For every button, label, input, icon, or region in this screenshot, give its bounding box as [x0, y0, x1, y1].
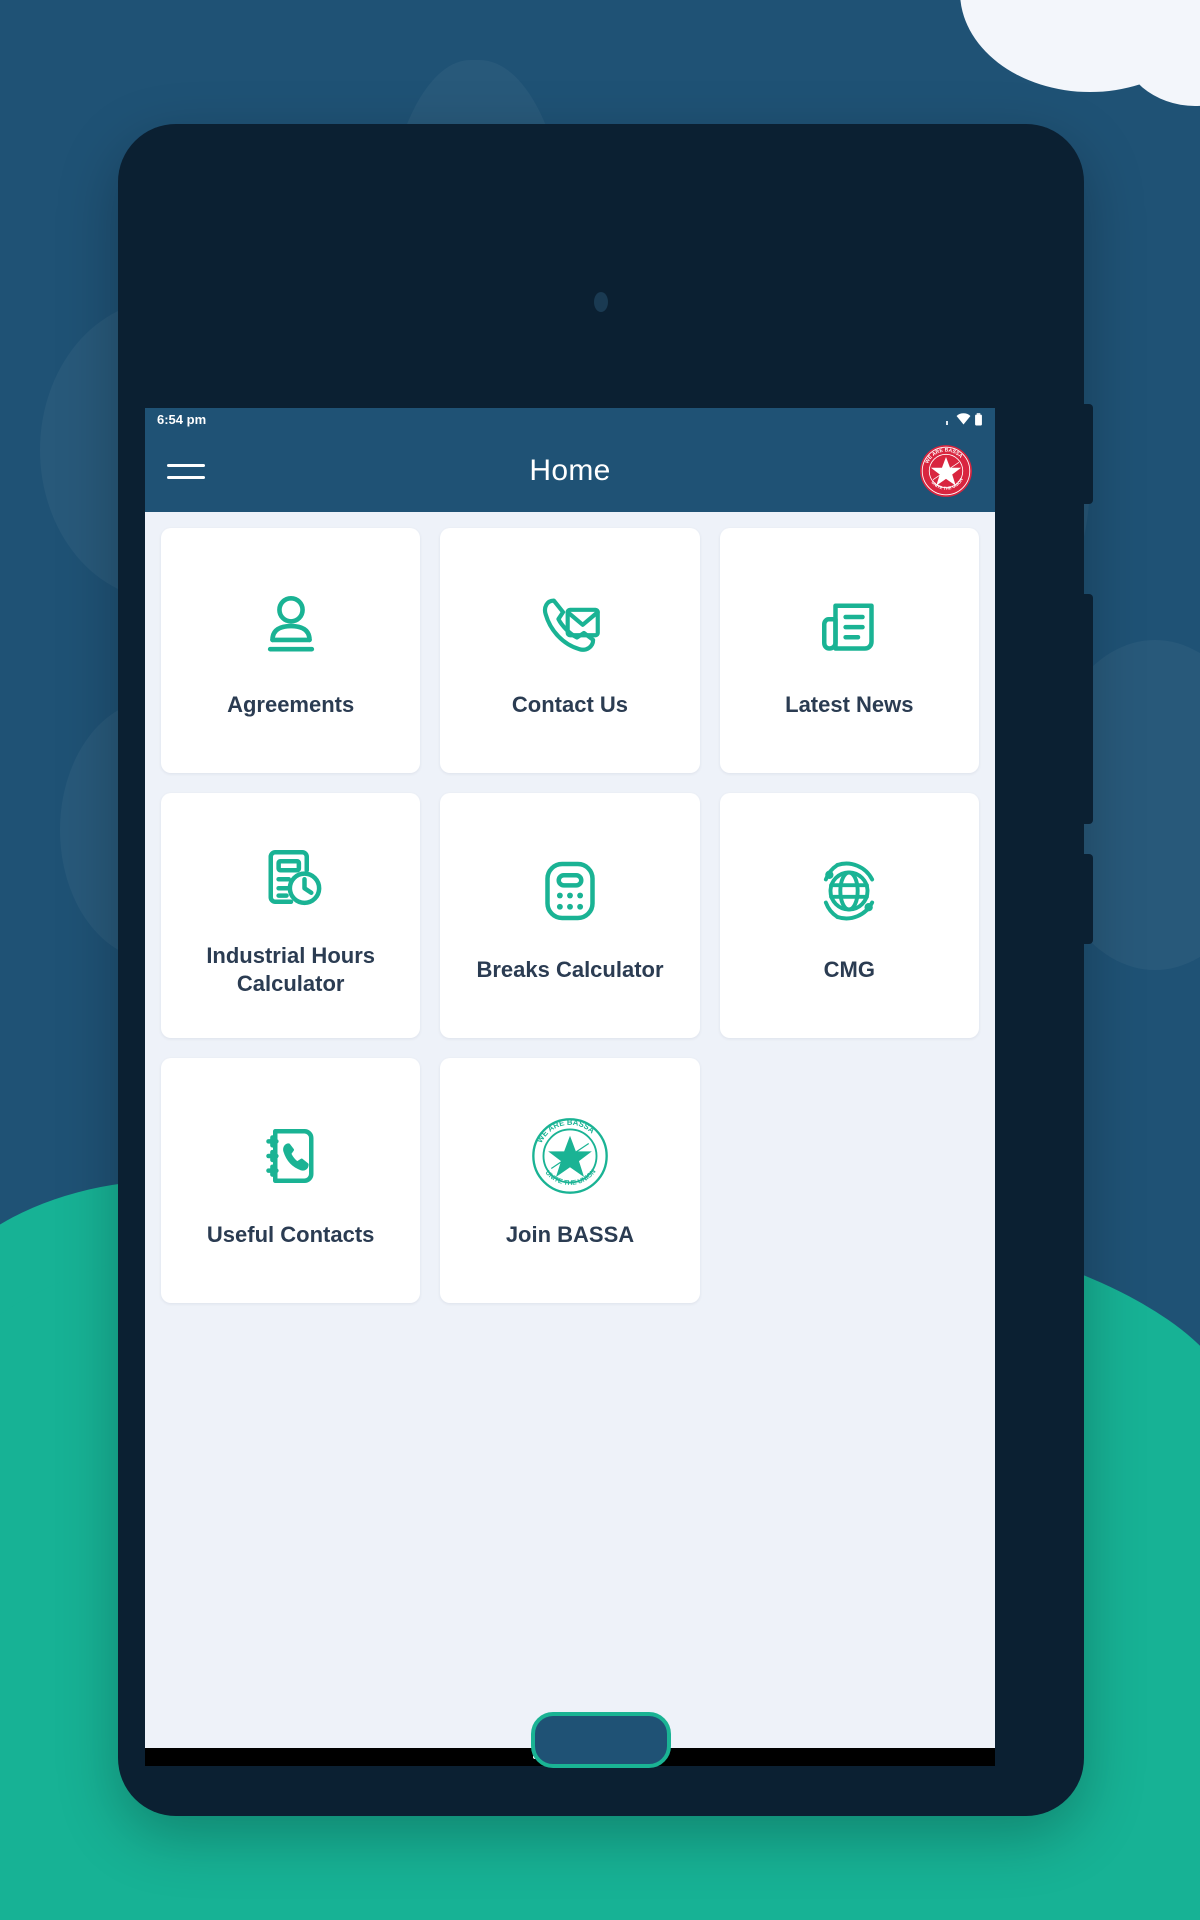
volume-up-button[interactable] [1079, 404, 1093, 504]
wallpaper-scene: 6:54 pm Home WE ARE BASSA UNITE THE UNIO… [0, 0, 1200, 1920]
home-grid: Agreements Contact Us Latest News Indust… [145, 512, 995, 1303]
phone-envelope-icon [533, 583, 607, 669]
calculator-clock-icon [255, 834, 327, 920]
tablet-device-frame: 6:54 pm Home WE ARE BASSA UNITE THE UNIO… [118, 124, 1093, 1816]
app-bar: Home WE ARE BASSA UNITE THE UNION [145, 430, 995, 512]
front-camera-dot [594, 292, 608, 312]
status-time: 6:54 pm [157, 411, 207, 427]
hamburger-menu-icon[interactable] [167, 456, 207, 486]
status-icon-group [946, 412, 983, 426]
grid-card-breaks-calculator[interactable]: Breaks Calculator [440, 793, 700, 1038]
globe-orbit-icon [812, 848, 886, 934]
card-label: Industrial Hours Calculator [206, 943, 375, 996]
power-button[interactable] [1079, 854, 1093, 944]
calculator-icon [534, 848, 606, 934]
battery-icon [975, 412, 982, 425]
card-label: Latest News [785, 691, 914, 717]
card-label: Useful Contacts [206, 1221, 375, 1247]
grid-card-contact-us[interactable]: Contact Us [440, 528, 700, 773]
hamburger-line [167, 475, 205, 479]
person-podium-icon [254, 583, 328, 669]
bassa-logo-badge[interactable]: WE ARE BASSA UNITE THE UNION [919, 444, 973, 498]
newspaper-icon [813, 583, 885, 669]
page-title: Home [529, 454, 611, 487]
card-label: CMG [823, 956, 875, 982]
svg-text:UNITE THE UNION: UNITE THE UNION [544, 1168, 598, 1187]
grid-card-latest-news[interactable]: Latest News [719, 528, 979, 773]
grid-card-join-bassa[interactable]: WE ARE BASSA UNITE THE UNION Join BASSA [440, 1058, 700, 1303]
grid-card-industrial-hours-calculator[interactable]: Industrial Hours Calculator [161, 793, 421, 1038]
volume-down-button[interactable] [1079, 594, 1093, 824]
signal-icon [946, 420, 948, 425]
wifi-icon [956, 413, 971, 425]
svg-text:WE ARE BASSA: WE ARE BASSA [535, 1118, 597, 1145]
physical-home-button[interactable] [531, 1712, 671, 1768]
card-label: Join BASSA [505, 1221, 635, 1247]
card-label: Contact Us [511, 691, 629, 717]
card-label: Breaks Calculator [476, 956, 664, 982]
hamburger-line [167, 463, 205, 467]
contact-book-phone-icon [255, 1113, 327, 1199]
device-screen: 6:54 pm Home WE ARE BASSA UNITE THE UNIO… [145, 408, 995, 1766]
card-label: Agreements [227, 691, 355, 717]
bassa-seal-icon: WE ARE BASSA UNITE THE UNION [531, 1113, 609, 1199]
grid-card-agreements[interactable]: Agreements [161, 528, 421, 773]
grid-card-cmg[interactable]: CMG [719, 793, 979, 1038]
grid-card-useful-contacts[interactable]: Useful Contacts [161, 1058, 421, 1303]
status-bar: 6:54 pm [145, 408, 995, 430]
